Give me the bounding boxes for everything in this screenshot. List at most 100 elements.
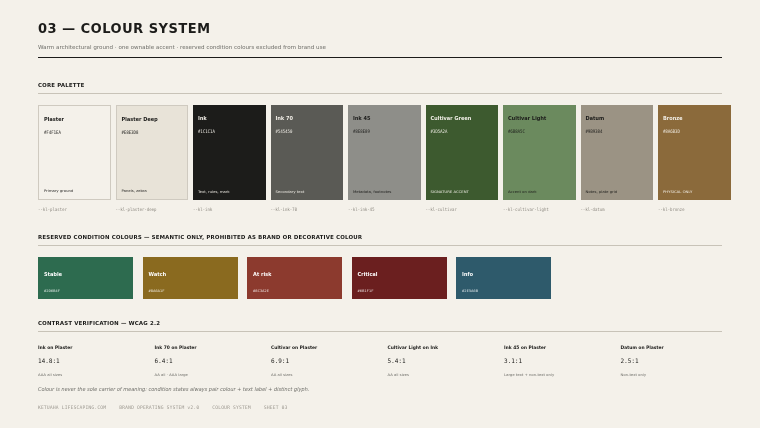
swatch-hex: #9B9384 xyxy=(585,129,603,134)
footer: KETUAHA LIFESCAPING.COM BRAND OPERATING … xyxy=(38,406,288,411)
contrast-ratio: 2.5:1 xyxy=(620,358,639,365)
condition-swatch: Stable #2D6B4F xyxy=(38,257,133,299)
swatch-token: --kl-bronze xyxy=(658,207,685,212)
core-palette-rule xyxy=(38,93,722,94)
swatch-token: --kl-plaster xyxy=(38,207,67,212)
swatch-hex: #1C1C1A xyxy=(198,129,215,134)
swatch-token: --kl-ink-45 xyxy=(348,207,375,212)
swatch-hex: #545450 xyxy=(275,129,293,134)
swatch-column: Plaster Deep #E8E3D8 Panels, zebra --kl-pla… xyxy=(115,105,188,212)
swatch-hex: #6B8A5C xyxy=(508,129,525,134)
contrast-pair: Ink 45 on Plaster xyxy=(504,346,547,351)
contrast-ratio: 14.8:1 xyxy=(38,358,60,365)
swatch-name: Ink 70 xyxy=(275,116,293,122)
swatch-column: Ink 45 #8E8E89 Metadata, footnotes --kl-ink… xyxy=(348,105,421,212)
colour-swatch: Cultivar Green #3D5A2A SIGNATURE ACCENT xyxy=(425,105,498,200)
colour-swatch: Plaster Deep #E8E3D8 Panels, zebra xyxy=(115,105,188,200)
colour-swatch: Ink 70 #545450 Secondary text xyxy=(270,105,343,200)
swatch-column: Plaster #F4F1EA Primary ground --kl-plaster xyxy=(38,105,111,212)
swatch-usage: Panels, zebra xyxy=(121,188,147,193)
condition-swatch: Critical #6B1F1F xyxy=(351,257,447,299)
swatch-name: Bronze xyxy=(663,116,683,122)
swatch-token: --kl-ink xyxy=(193,207,213,212)
contrast-item: Cultivar Light on Ink 5.4:1 AA all sizes xyxy=(388,346,505,377)
accessibility-note: Colour is never the sole carrier of mean… xyxy=(38,387,310,393)
contrast-ratio: 6.4:1 xyxy=(154,358,173,365)
colour-swatch: Bronze #8A6B3D PHYSICAL ONLY xyxy=(658,105,731,200)
swatch-usage: Secondary text xyxy=(275,189,305,194)
core-palette-heading: CORE PALETTE xyxy=(38,83,85,89)
title-rule xyxy=(38,57,722,58)
swatch-column: Cultivar Green #3D5A2A SIGNATURE ACCENT --k… xyxy=(425,105,498,212)
swatch-hex: #8E8E89 xyxy=(353,129,370,134)
contrast-rating: AAA all sizes xyxy=(38,372,63,377)
colour-swatch: Plaster #F4F1EA Primary ground xyxy=(38,105,111,200)
swatch-hex: #3D5A2A xyxy=(430,129,448,134)
swatch-name: Plaster xyxy=(44,117,64,123)
swatch-column: Ink 70 #545450 Secondary text --kl-ink-70 xyxy=(270,105,343,212)
swatch-hex: #E8E3D8 xyxy=(121,130,139,135)
contrast-item: Ink 70 on Plaster 6.4:1 AA all · AAA large xyxy=(155,346,272,377)
colour-swatch: Ink #1C1C1A Text, rules, mark xyxy=(193,105,266,200)
swatch-column: Bronze #8A6B3D PHYSICAL ONLY --kl-bronze xyxy=(658,105,731,212)
contrast-item: Datum on Plaster 2.5:1 Non-text only xyxy=(621,346,738,377)
condition-swatch: At risk #8C3A2E xyxy=(247,257,342,299)
swatch-token: --kl-plaster-deep xyxy=(115,207,157,212)
swatch-token: --kl-datum xyxy=(580,207,605,212)
swatch-name: Cultivar Green xyxy=(430,116,472,122)
swatch-usage: Text, rules, mark xyxy=(198,189,230,194)
reserved-colours: Stable #2D6B4F Watch #8A6A1F At risk #8C3A2E C… xyxy=(38,257,551,299)
contrast-table: Ink on Plaster 14.8:1 AAA all sizes Ink 70 … xyxy=(38,346,737,377)
swatch-usage: Primary ground xyxy=(44,188,74,193)
footer-system: BRAND OPERATING SYSTEM v2.0 xyxy=(119,406,200,411)
footer-sheet: SHEET 03 xyxy=(263,406,288,411)
colour-swatch: Ink 45 #8E8E89 Metadata, footnotes xyxy=(348,105,421,200)
footer-domain: KETUAHA LIFESCAPING.COM xyxy=(38,406,107,411)
condition-name: Stable xyxy=(44,272,63,278)
page-title: 03 — COLOUR SYSTEM xyxy=(38,22,211,37)
swatch-name: Plaster Deep xyxy=(121,117,158,123)
contrast-item: Ink on Plaster 14.8:1 AAA all sizes xyxy=(38,346,155,377)
colour-swatch: Cultivar Light #6B8A5C Accent on dark xyxy=(503,105,576,200)
contrast-item: Ink 45 on Plaster 3.1:1 Large text + non-t… xyxy=(504,346,621,377)
condition-hex: #2D6B4F xyxy=(44,288,61,293)
contrast-rating: AA all sizes xyxy=(271,372,293,377)
swatch-hex: #F4F1EA xyxy=(44,130,61,135)
contrast-rating: AA all · AAA large xyxy=(154,372,188,377)
colour-swatch: Datum #9B9384 Notes, plate grid xyxy=(580,105,653,200)
contrast-pair: Datum on Plaster xyxy=(620,346,664,351)
swatch-hex: #8A6B3D xyxy=(663,129,680,134)
condition-swatch: Info #2E5A6B xyxy=(456,257,551,299)
swatch-token: --kl-ink-70 xyxy=(270,207,298,212)
condition-hex: #6B1F1F xyxy=(357,288,374,293)
contrast-item: Cultivar on Plaster 6.9:1 AA all sizes xyxy=(271,346,388,377)
condition-swatch: Watch #8A6A1F xyxy=(142,257,238,299)
contrast-ratio: 3.1:1 xyxy=(504,358,523,365)
swatch-column: Cultivar Light #6B8A5C Accent on dark --kl-… xyxy=(503,105,576,212)
swatch-usage: SIGNATURE ACCENT xyxy=(430,189,469,194)
reserved-heading: RESERVED CONDITION COLOURS — SEMANTIC ON… xyxy=(38,235,363,241)
reserved-rule xyxy=(38,245,722,246)
condition-hex: #8A6A1F xyxy=(148,288,165,293)
condition-name: Watch xyxy=(148,272,167,278)
swatch-column: Datum #9B9384 Notes, plate grid --kl-datum xyxy=(580,105,653,212)
page-subtitle: Warm architectural ground · one ownable … xyxy=(38,45,326,51)
contrast-pair: Cultivar on Plaster xyxy=(271,346,318,351)
swatch-usage: Metadata, footnotes xyxy=(353,189,392,194)
swatch-token: --kl-cultivar-light xyxy=(503,207,549,212)
footer-section: COLOUR SYSTEM xyxy=(212,406,251,411)
contrast-heading: CONTRAST VERIFICATION — WCAG 2.2 xyxy=(38,321,161,327)
condition-hex: #2E5A6B xyxy=(462,288,479,293)
swatch-column: Ink #1C1C1A Text, rules, mark --kl-ink xyxy=(193,105,266,212)
condition-name: Info xyxy=(462,272,474,278)
contrast-pair: Ink on Plaster xyxy=(38,346,73,351)
colour-system-sheet: 03 — COLOUR SYSTEM Warm architectural gr… xyxy=(38,0,731,428)
swatch-name: Datum xyxy=(585,116,605,122)
swatch-usage: Accent on dark xyxy=(508,189,537,194)
contrast-rating: Large text + non-text only xyxy=(504,372,555,377)
core-palette: Plaster #F4F1EA Primary ground --kl-plaster… xyxy=(38,105,731,212)
contrast-pair: Cultivar Light on Ink xyxy=(387,346,439,351)
contrast-ratio: 6.9:1 xyxy=(271,358,290,365)
condition-name: At risk xyxy=(253,272,272,278)
swatch-token: --kl-cultivar xyxy=(425,207,457,212)
